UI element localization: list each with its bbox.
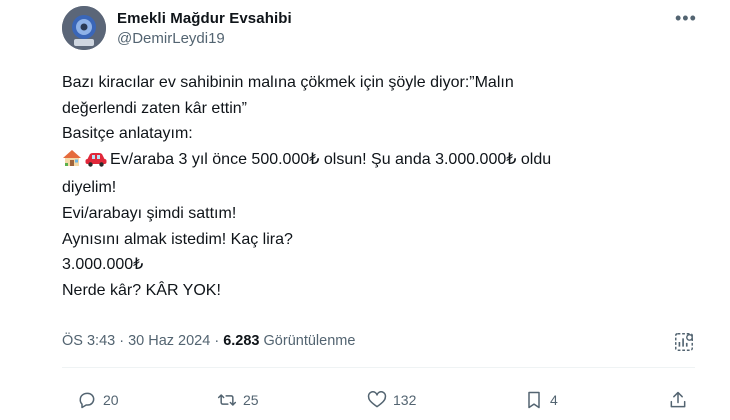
avatar-icon xyxy=(62,6,106,50)
tweet-line: diyelim! xyxy=(62,179,117,197)
author-display-name[interactable]: Emekli Mağdur Evsahibi xyxy=(117,10,292,27)
repost-count: 25 xyxy=(243,392,259,408)
repost-icon xyxy=(217,394,237,406)
analytics-icon[interactable] xyxy=(673,331,695,353)
bookmark-count: 4 xyxy=(550,392,558,408)
views-label: Görüntülenme xyxy=(259,333,356,349)
house-emoji xyxy=(62,149,82,176)
divider xyxy=(62,367,695,368)
tweet-line: değerlendi zaten kâr ettin” xyxy=(62,99,247,117)
car-emoji xyxy=(84,149,108,176)
avatar[interactable] xyxy=(62,6,106,50)
tweet-line: 3.000.000₺ xyxy=(62,256,144,274)
heart-icon xyxy=(367,391,387,408)
bookmark-button[interactable]: 4 xyxy=(524,390,558,410)
reply-button[interactable]: 20 xyxy=(77,390,119,410)
tweet-meta: ÖS 3:43 · 30 Haz 2024 · 6.283 Görüntülen… xyxy=(62,333,355,349)
share-button[interactable] xyxy=(668,390,688,410)
author-handle[interactable]: @DemirLeydi19 xyxy=(117,30,225,47)
repost-button[interactable]: 25 xyxy=(217,390,259,410)
tweet-line-text: Ev/araba 3 yıl önce 500.000₺ olsun! Şu a… xyxy=(110,150,552,168)
tweet-line-with-emoji: Ev/araba 3 yıl önce 500.000₺ olsun! Şu a… xyxy=(62,147,692,176)
tweet-line: Nerde kâr? KÂR YOK! xyxy=(62,281,221,299)
bookmark-icon xyxy=(528,391,540,409)
more-options-button[interactable]: ••• xyxy=(675,8,697,29)
like-button[interactable]: 132 xyxy=(367,390,416,410)
reply-icon xyxy=(79,392,95,409)
share-icon xyxy=(670,391,686,408)
tweet-line: Aynısını almak istedim! Kaç lira? xyxy=(62,230,293,248)
reply-count: 20 xyxy=(103,392,119,408)
tweet-line: Basitçe anlatayım: xyxy=(62,125,193,143)
tweet-body: Bazı kiracılar ev sahibinin malına çökme… xyxy=(62,70,692,303)
tweet-line: Bazı kiracılar ev sahibinin malına çökme… xyxy=(62,74,514,91)
timestamp-link[interactable]: ÖS 3:43 · 30 Haz 2024 · xyxy=(62,333,223,349)
action-bar: 20 25 132 4 xyxy=(62,390,702,414)
like-count: 132 xyxy=(393,392,417,408)
views-count: 6.283 xyxy=(223,333,260,349)
tweet-line: Evi/arabayı şimdi sattım! xyxy=(62,204,237,222)
